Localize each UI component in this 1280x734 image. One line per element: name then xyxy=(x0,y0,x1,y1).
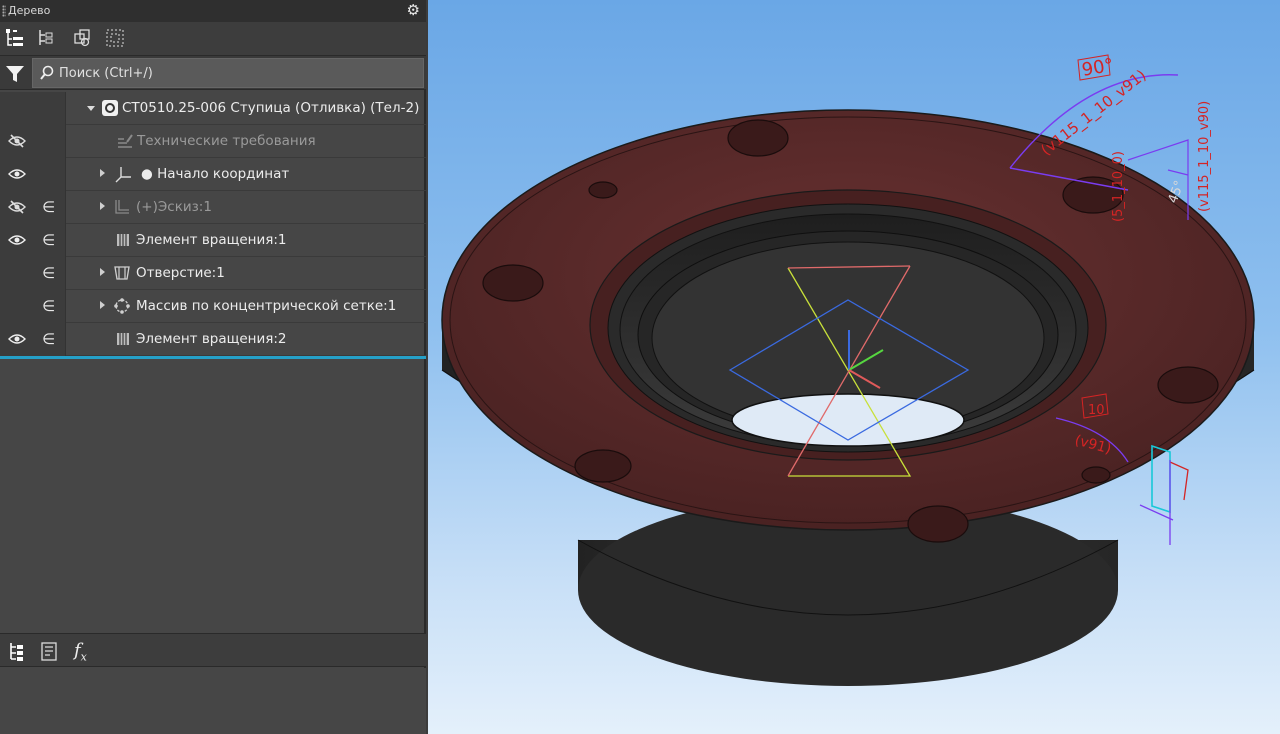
eye-icon[interactable] xyxy=(8,167,26,181)
collapse-arrow-icon[interactable] xyxy=(87,106,95,111)
eye-hidden-icon[interactable] xyxy=(8,134,26,148)
tree-history-view-button[interactable] xyxy=(36,27,58,49)
search-input[interactable] xyxy=(59,62,419,84)
fx-subscript: x xyxy=(80,650,87,664)
tree-item-label: Элемент вращения:2 xyxy=(136,331,287,347)
panel-title: Дерево xyxy=(8,4,51,17)
expand-arrow-icon[interactable] xyxy=(100,301,105,309)
tree-end-marker xyxy=(0,356,426,359)
bore-opening xyxy=(731,393,965,447)
tree-panel: Дерево ⚙ Поиск (Ctrl+/) СТ0510.25-006 Ст… xyxy=(0,0,426,734)
tree-item-label: (+)Эскиз:1 xyxy=(136,199,212,215)
expand-arrow-icon[interactable] xyxy=(100,202,105,210)
drag-grip-icon[interactable] xyxy=(2,5,6,17)
expand-arrow-icon[interactable] xyxy=(100,169,105,177)
panel-bottom-tabs: fx xyxy=(0,633,426,667)
tree-structure-icon xyxy=(6,29,23,46)
tree-row-root[interactable]: СТ0510.25-006 Ступица (Отливка) (Тел-2) xyxy=(0,92,426,125)
callout-d-label: 10 xyxy=(1088,403,1105,418)
include-icon[interactable]: ∈ xyxy=(42,330,55,348)
angle-45-label: 45° xyxy=(1166,179,1188,206)
tree-structure-view-button[interactable] xyxy=(4,27,26,49)
revolve-icon xyxy=(114,231,132,249)
hole-icon xyxy=(113,264,131,282)
sketch-icon xyxy=(113,198,131,216)
tree-item-label: Технические требования xyxy=(137,133,316,149)
circular-pattern-icon xyxy=(113,297,131,315)
tree-tab-button[interactable] xyxy=(6,640,28,662)
selection-view-button[interactable] xyxy=(104,27,126,49)
part-render[interactable]: 90° (v115_1_10_v91) (v115_1_10_v90) (5_1… xyxy=(428,0,1280,734)
origin-axes-icon xyxy=(114,165,132,183)
feature-tree: СТ0510.25-006 Ступица (Отливка) (Тел-2) … xyxy=(0,92,426,359)
variables-tab-button[interactable]: fx xyxy=(74,640,96,664)
fx-label: f xyxy=(74,640,81,661)
callout-c-label: (5_1_10_0) xyxy=(1111,151,1126,222)
tree-row-tech-requirements[interactable]: Технические требования xyxy=(0,125,426,158)
include-icon[interactable]: ∈ xyxy=(42,231,55,249)
tree-root-label: СТ0510.25-006 Ступица (Отливка) (Тел-2) xyxy=(122,100,420,116)
include-icon[interactable]: ∈ xyxy=(42,297,55,315)
filter-icon[interactable] xyxy=(5,64,25,84)
tree-tab-icon xyxy=(10,643,23,661)
tree-row-hole[interactable]: ∈ Отверстие:1 xyxy=(0,257,426,290)
tree-item-label: Массив по концентрической сетке:1 xyxy=(136,298,397,314)
include-icon[interactable]: ∈ xyxy=(42,264,55,282)
tree-row-sketch[interactable]: ∈ (+)Эскиз:1 xyxy=(0,191,426,224)
tree-history-icon xyxy=(39,30,53,45)
tree-item-label: ● Начало координат xyxy=(141,166,290,182)
expand-arrow-icon[interactable] xyxy=(100,268,105,276)
tree-item-label: Отверстие:1 xyxy=(136,265,225,281)
gear-icon[interactable]: ⚙ xyxy=(407,1,420,19)
components-view-button[interactable] xyxy=(72,27,94,49)
include-icon[interactable]: ∈ xyxy=(42,198,55,216)
angle-90-label: 90° xyxy=(1080,55,1115,81)
selection-icon xyxy=(106,29,124,47)
revolve-icon xyxy=(114,330,132,348)
eye-icon[interactable] xyxy=(8,233,26,247)
search-box[interactable] xyxy=(32,58,424,88)
eye-hidden-icon[interactable] xyxy=(8,200,26,214)
search-row xyxy=(0,56,426,90)
panel-lower-area xyxy=(0,668,426,734)
properties-tab-icon xyxy=(41,642,57,661)
panel-titlebar[interactable]: Дерево ⚙ xyxy=(0,0,426,22)
components-icon xyxy=(74,29,90,47)
callout-b-label: (v115_1_10_v90) xyxy=(1197,101,1212,212)
callout-a-label: (v115_1_10_v91) xyxy=(1037,66,1150,160)
tech-requirements-icon xyxy=(116,132,134,150)
tree-item-label: Элемент вращения:1 xyxy=(136,232,287,248)
model-viewport[interactable]: 90° (v115_1_10_v91) (v115_1_10_v90) (5_1… xyxy=(428,0,1280,734)
tree-row-revolve-1[interactable]: ∈ Элемент вращения:1 xyxy=(0,224,426,257)
eye-icon[interactable] xyxy=(8,332,26,346)
tree-toolbar xyxy=(0,22,426,56)
tree-row-origin[interactable]: ● Начало координат xyxy=(0,158,426,191)
tree-row-revolve-2[interactable]: ∈ Элемент вращения:2 xyxy=(0,323,426,356)
properties-tab-button[interactable] xyxy=(38,640,60,662)
tree-row-circular-pattern[interactable]: ∈ Массив по концентрической сетке:1 xyxy=(0,290,426,323)
search-icon xyxy=(39,65,55,81)
part-icon xyxy=(101,99,119,117)
